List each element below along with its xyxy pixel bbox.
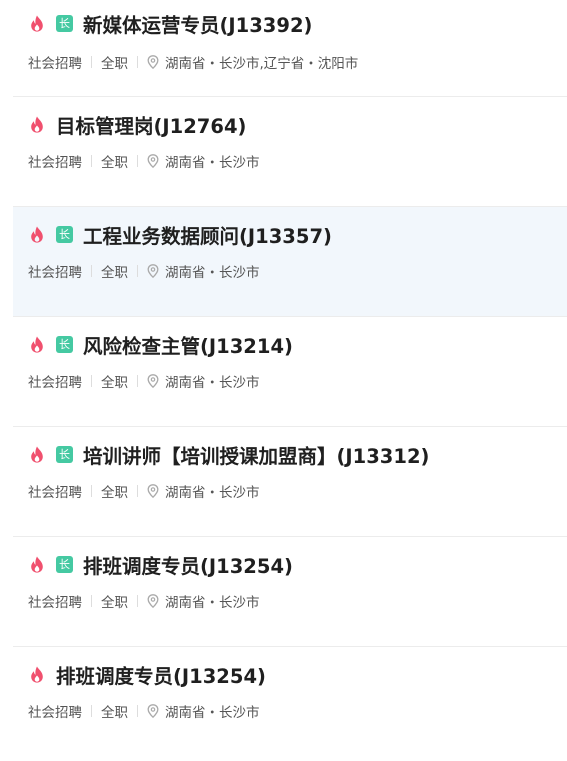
divider <box>137 485 138 497</box>
job-location: 湖南省・长沙市 <box>165 485 260 501</box>
city-badge: 长 <box>56 14 73 32</box>
divider <box>137 56 138 68</box>
employment-type: 全职 <box>101 485 128 501</box>
recruit-type: 社会招聘 <box>28 375 82 391</box>
divider <box>137 155 138 167</box>
fire-icon <box>31 556 43 573</box>
job-title-row: 排班调度专员(J13254) <box>30 660 266 689</box>
fire-icon <box>31 116 43 133</box>
job-item[interactable]: 长 风险检查主管(J13214) 社会招聘 全职 湖南省・长沙市 <box>13 317 567 427</box>
fire-icon <box>31 336 43 353</box>
job-item[interactable]: 目标管理岗(J12764) 社会招聘 全职 湖南省・长沙市 <box>13 97 567 207</box>
job-title-row: 长 新媒体运营专员(J13392) <box>30 9 312 38</box>
job-meta: 社会招聘 全职 湖南省・长沙市 <box>28 261 260 281</box>
job-meta: 社会招聘 全职 湖南省・长沙市 <box>28 481 260 501</box>
job-title[interactable]: 排班调度专员(J13254) <box>83 550 293 579</box>
city-badge: 长 <box>56 445 73 463</box>
employment-type: 全职 <box>101 705 128 721</box>
fire-icon <box>31 226 43 243</box>
location-pin-icon <box>147 264 159 278</box>
employment-type: 全职 <box>101 595 128 611</box>
divider <box>91 485 92 497</box>
location-pin-icon <box>147 594 159 608</box>
recruit-type: 社会招聘 <box>28 155 82 171</box>
job-location: 湖南省・长沙市 <box>165 375 260 391</box>
job-meta: 社会招聘 全职 湖南省・长沙市 <box>28 151 260 171</box>
job-item[interactable]: 长 新媒体运营专员(J13392) 社会招聘 全职 湖南省・长沙市,辽宁省・沈阳… <box>13 0 567 97</box>
divider <box>91 375 92 387</box>
city-badge: 长 <box>56 335 73 353</box>
city-badge: 长 <box>56 225 73 243</box>
divider <box>91 56 92 68</box>
recruit-type: 社会招聘 <box>28 56 82 72</box>
recruit-type: 社会招聘 <box>28 485 82 501</box>
job-meta: 社会招聘 全职 湖南省・长沙市 <box>28 701 260 721</box>
fire-icon <box>31 446 43 463</box>
job-title[interactable]: 培训讲师【培训授课加盟商】(J13312) <box>83 440 429 469</box>
job-title-row: 长 排班调度专员(J13254) <box>30 550 293 579</box>
job-location: 湖南省・长沙市 <box>165 155 260 171</box>
recruit-type: 社会招聘 <box>28 705 82 721</box>
job-title[interactable]: 目标管理岗(J12764) <box>56 110 246 139</box>
divider <box>137 595 138 607</box>
job-item[interactable]: 长 排班调度专员(J13254) 社会招聘 全职 湖南省・长沙市 <box>13 537 567 647</box>
employment-type: 全职 <box>101 155 128 171</box>
divider <box>91 595 92 607</box>
employment-type: 全职 <box>101 56 128 72</box>
divider <box>137 265 138 277</box>
job-title[interactable]: 新媒体运营专员(J13392) <box>83 9 312 38</box>
job-meta: 社会招聘 全职 湖南省・长沙市 <box>28 591 260 611</box>
divider <box>91 265 92 277</box>
divider <box>137 705 138 717</box>
job-title-row: 目标管理岗(J12764) <box>30 110 246 139</box>
job-title[interactable]: 排班调度专员(J13254) <box>56 660 266 689</box>
job-list: 长 新媒体运营专员(J13392) 社会招聘 全职 湖南省・长沙市,辽宁省・沈阳… <box>0 0 567 757</box>
employment-type: 全职 <box>101 375 128 391</box>
job-title-row: 长 风险检查主管(J13214) <box>30 330 293 359</box>
job-meta: 社会招聘 全职 湖南省・长沙市,辽宁省・沈阳市 <box>28 52 358 72</box>
divider <box>137 375 138 387</box>
job-title-row: 长 培训讲师【培训授课加盟商】(J13312) <box>30 440 429 469</box>
job-item[interactable]: 长 工程业务数据顾问(J13357) 社会招聘 全职 湖南省・长沙市 <box>13 207 567 317</box>
job-location: 湖南省・长沙市,辽宁省・沈阳市 <box>165 56 359 72</box>
job-item[interactable]: 排班调度专员(J13254) 社会招聘 全职 湖南省・长沙市 <box>13 647 567 757</box>
location-pin-icon <box>147 154 159 168</box>
location-pin-icon <box>147 484 159 498</box>
recruit-type: 社会招聘 <box>28 265 82 281</box>
job-location: 湖南省・长沙市 <box>165 705 260 721</box>
job-location: 湖南省・长沙市 <box>165 265 260 281</box>
fire-icon <box>31 15 43 32</box>
job-title-row: 长 工程业务数据顾问(J13357) <box>30 220 332 249</box>
job-item[interactable]: 长 培训讲师【培训授课加盟商】(J13312) 社会招聘 全职 湖南省・长沙市 <box>13 427 567 537</box>
city-badge: 长 <box>56 555 73 573</box>
location-pin-icon <box>147 55 159 69</box>
divider <box>91 705 92 717</box>
job-title[interactable]: 风险检查主管(J13214) <box>83 330 293 359</box>
job-meta: 社会招聘 全职 湖南省・长沙市 <box>28 371 260 391</box>
fire-icon <box>31 666 43 683</box>
job-title[interactable]: 工程业务数据顾问(J13357) <box>83 220 332 249</box>
location-pin-icon <box>147 374 159 388</box>
employment-type: 全职 <box>101 265 128 281</box>
divider <box>91 155 92 167</box>
recruit-type: 社会招聘 <box>28 595 82 611</box>
job-location: 湖南省・长沙市 <box>165 595 260 611</box>
location-pin-icon <box>147 704 159 718</box>
